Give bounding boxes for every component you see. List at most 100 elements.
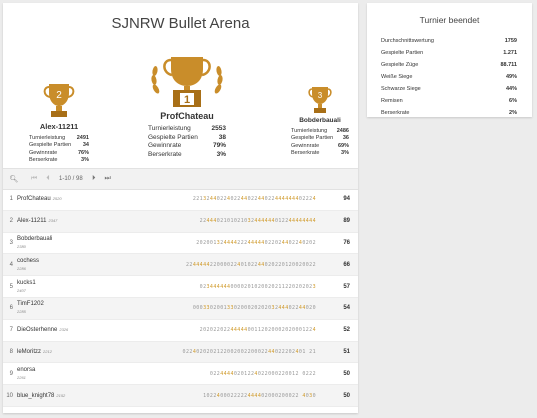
- player-name[interactable]: blue_knight78: [17, 393, 54, 399]
- row-player: ProfChateau 2520: [17, 195, 109, 203]
- summary-label: Gespielte Züge: [381, 62, 419, 68]
- row-rank: 6: [9, 305, 13, 312]
- pager-toolbar: 🔍︎ ⏮︎ ⏴︎ 1-10 / 98 ⏵︎ ⏭︎: [3, 168, 358, 190]
- score-sequence: 2244402101021032444444012244444444: [199, 218, 316, 225]
- summary-stats: Durchschnittswertung 1759 Gespielte Partie…: [381, 35, 517, 119]
- score-sequence: 1022400022222444402000200022 4030: [203, 392, 316, 399]
- score-sequence: 0234444440000201020020211220202023: [199, 283, 316, 290]
- podium-third: 3 Bobderbauali Turnierleistung 2486 Gespi…: [291, 85, 349, 157]
- summary-row: Schwarze Siege 44%: [381, 83, 517, 95]
- table-row[interactable]: 2 Alex-11211 2347 2244402101021032444444012…: [3, 210, 358, 233]
- row-player: kucks1 2407: [17, 280, 109, 294]
- podium-panel: SJNRW Bullet Arena 2 Alex-11211 Turnierl…: [3, 3, 358, 413]
- summary-value: 6%: [509, 98, 517, 104]
- pager-range: 1-10 / 98: [59, 176, 83, 182]
- search-icon[interactable]: 🔍︎: [7, 175, 21, 183]
- row-rank: 8: [9, 348, 13, 355]
- prev-page-icon[interactable]: ⏴︎: [41, 175, 55, 183]
- score-sequence: 20200132444422244444022024402240202: [196, 239, 316, 246]
- table-row[interactable]: 8 leMoritzz 2212 02240202021220020022000224…: [3, 341, 358, 364]
- score-sequence: 022402020212200200220002244022202401 21: [182, 348, 316, 355]
- tournament-summary: Turnier beendet Durchschnittswertung 1759…: [367, 3, 532, 117]
- score-sequence: 000330200133020002020203244402244020: [192, 305, 316, 312]
- arena-title: SJNRW Bullet Arena: [111, 15, 250, 32]
- rank-number: 2: [56, 90, 62, 101]
- table-row[interactable]: 9 enorsa 2261 02244440201224022000220012 02…: [3, 363, 358, 386]
- score-sequence: 22444442200002240102244020220120020022: [185, 261, 316, 268]
- summary-value: 1759: [504, 38, 517, 44]
- player-rating: 2285: [17, 309, 26, 315]
- player-name[interactable]: TimF1202: [17, 301, 44, 307]
- player-rating: 2380: [17, 243, 26, 249]
- player-name[interactable]: Bobderbauali: [291, 117, 349, 124]
- podium-second: 2 Alex-11211 Turnierleistung 2491 Gespiel…: [29, 81, 89, 164]
- summary-value: 49%: [505, 74, 517, 80]
- summary-label: Schwarze Siege: [381, 86, 421, 92]
- summary-row: Berserkrate 2%: [381, 107, 517, 119]
- first-page-icon[interactable]: ⏮︎: [27, 175, 41, 183]
- row-player: cochess 2286: [17, 258, 109, 272]
- summary-value: 2%: [509, 110, 517, 116]
- player-name[interactable]: Alex-11211: [29, 122, 89, 131]
- player-name[interactable]: Bobderbauali: [17, 236, 52, 242]
- summary-row: Gespielte Züge 88.711: [381, 59, 517, 71]
- player-rating: 2520: [52, 196, 62, 202]
- row-rank: 4: [9, 261, 13, 268]
- row-rank: 5: [9, 283, 13, 290]
- row-score: 89: [343, 218, 350, 225]
- row-player: Alex-11211 2347: [17, 217, 109, 225]
- summary-label: Remisen: [381, 98, 403, 104]
- rank-number: 3: [318, 91, 323, 100]
- row-score: 51: [343, 348, 350, 355]
- player-name[interactable]: cochess: [17, 258, 39, 264]
- summary-value: 44%: [505, 86, 517, 92]
- table-row[interactable]: 5 kucks1 2407 02344444400002010200202112202…: [3, 276, 358, 298]
- table-row[interactable]: 4 cochess 2286 2244444220000224010224402022…: [3, 254, 358, 277]
- row-score: 94: [343, 196, 350, 203]
- table-row[interactable]: 1 ProfChateau 2520 221324402240224402244022…: [3, 189, 358, 211]
- table-row[interactable]: 6 TimF1202 2285 000330200133020002020203244…: [3, 297, 358, 320]
- table-row[interactable]: 7 DieOsterhenne 2326 2020220224444400112020…: [3, 320, 358, 342]
- player-rating: 2261: [17, 374, 26, 380]
- summary-value: 88.711: [500, 62, 517, 68]
- next-page-icon[interactable]: ⏵︎: [87, 175, 101, 183]
- summary-row: Weiße Siege 49%: [381, 71, 517, 83]
- summary-label: Weiße Siege: [381, 74, 413, 80]
- player-rating: 2212: [43, 348, 52, 354]
- player-name[interactable]: DieOsterhenne: [17, 327, 57, 333]
- summary-row: Durchschnittswertung 1759: [381, 35, 517, 47]
- summary-value: 1.271: [503, 50, 517, 56]
- player-name[interactable]: leMoritzz: [17, 349, 41, 355]
- last-page-icon[interactable]: ⏭︎: [101, 175, 115, 183]
- player-name[interactable]: Alex-11211: [17, 218, 46, 224]
- player-name[interactable]: enorsa: [17, 367, 35, 373]
- player-rating: 2326: [59, 327, 69, 333]
- row-score: 57: [343, 283, 350, 290]
- table-row[interactable]: 10 blue_knight78 2152 102240002222244440200…: [3, 385, 358, 407]
- player-rating: 2407: [17, 287, 26, 293]
- score-sequence: 221324402240224402244022444444402224: [192, 196, 316, 203]
- podium-first: 1 ProfChateau Turnierleistung 2553 Gespie…: [148, 55, 226, 159]
- player-stats: Turnierleistung 2553 Gespielte Partien 38 …: [148, 125, 226, 158]
- table-row[interactable]: 3 Bobderbauali 2380 20200132444422244444022…: [3, 233, 358, 255]
- player-rating: 2286: [17, 265, 26, 271]
- row-score: 54: [343, 305, 350, 312]
- trophy-icon: 3: [308, 87, 332, 113]
- row-score: 52: [343, 327, 350, 334]
- row-rank: 2: [9, 218, 13, 225]
- row-rank: 9: [9, 370, 13, 377]
- row-score: 50: [343, 370, 350, 377]
- row-player: TimF1202 2285: [17, 301, 109, 315]
- row-rank: 3: [9, 239, 13, 246]
- player-stats: Turnierleistung 2491 Gespielte Partien 34 …: [29, 135, 89, 163]
- summary-row: Remisen 6%: [381, 95, 517, 107]
- score-sequence: 2020220224444400112020002020001224: [199, 327, 316, 334]
- player-name[interactable]: kucks1: [17, 280, 36, 286]
- player-name[interactable]: ProfChateau: [17, 196, 51, 202]
- row-score: 76: [343, 239, 350, 246]
- player-name[interactable]: ProfChateau: [148, 111, 226, 121]
- row-player: enorsa 2261: [17, 367, 109, 381]
- player-stats: Turnierleistung 2486 Gespielte Partien 36 …: [291, 128, 349, 156]
- trophy-icon: 1: [151, 57, 223, 107]
- row-player: blue_knight78 2152: [17, 392, 109, 400]
